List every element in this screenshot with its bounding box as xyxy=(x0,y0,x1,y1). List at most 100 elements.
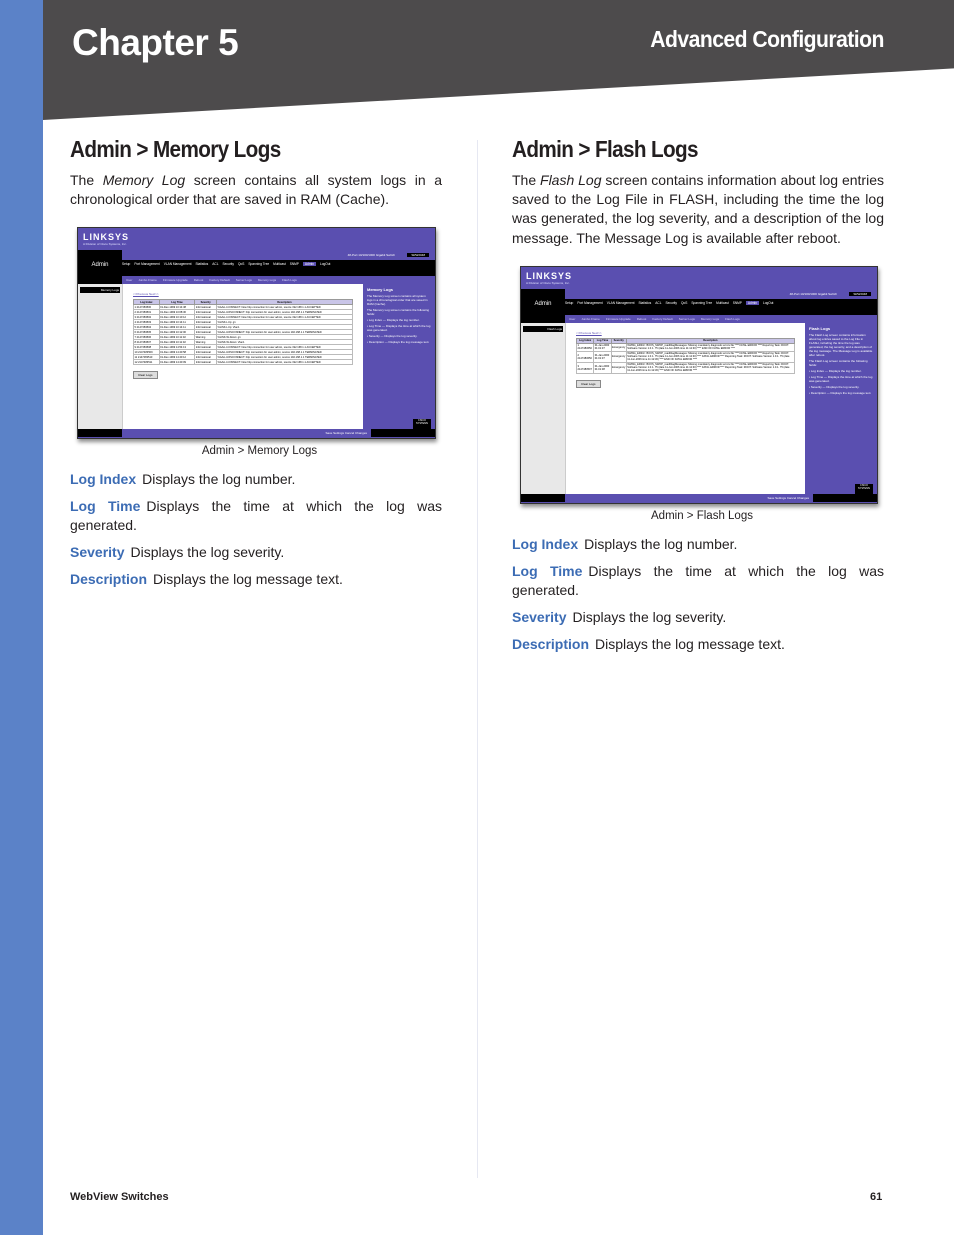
tab-vlan-management[interactable]: VLAN Management xyxy=(164,262,192,266)
tab-vlan-management[interactable]: VLAN Management xyxy=(607,301,635,305)
definition-text: Displays the log number. xyxy=(142,471,296,488)
intro-text: The xyxy=(512,172,541,188)
subtab-jumbo-frame[interactable]: Jumbo Frame xyxy=(581,317,600,321)
clear-logs-button[interactable]: Clear Logs xyxy=(576,379,601,388)
definition-text: Displays the log message text. xyxy=(595,635,785,652)
description-cell: %AAA-I-CONNECT: New http connection for … xyxy=(216,359,353,366)
memory-logs-heading: Admin > Memory Logs xyxy=(70,136,281,162)
tab-acl[interactable]: ACL xyxy=(212,262,218,266)
tab-port-management[interactable]: Port Management xyxy=(577,301,602,305)
definition-term: Log Index xyxy=(512,535,579,552)
intro-emphasis: Memory Log xyxy=(102,172,186,188)
tab-spanning-tree[interactable]: Spanning Tree xyxy=(248,262,269,266)
tab-logout[interactable]: LogOut xyxy=(763,301,773,305)
tab-security[interactable]: Security xyxy=(665,301,677,305)
log-content: <<Previous Next>> Log Index Log Time Severi… xyxy=(565,322,805,494)
definition-term: Log Time xyxy=(70,498,141,515)
tab-snmp[interactable]: SNMP xyxy=(290,262,299,266)
tab-qos[interactable]: QoS xyxy=(681,301,687,305)
save-cancel-actions[interactable]: Save Settings Cancel Changes xyxy=(122,429,371,438)
left-nav: Memory Logs xyxy=(78,284,122,430)
help-text: The Flash Log screen contains the follow… xyxy=(809,358,868,367)
help-text: The Memory Log screen contains all syste… xyxy=(367,294,428,307)
help-text: • Log Index — Displays the log number. xyxy=(809,368,862,373)
definition-term: Severity xyxy=(512,608,567,625)
help-text: The Flash Log screen contains informatio… xyxy=(809,332,873,357)
cisco-logo: CISCO SYSTEMS xyxy=(413,419,431,434)
help-title: Memory Logs xyxy=(367,287,394,293)
subtab-firmware-upgrade[interactable]: Firmware Upgrade xyxy=(606,317,631,321)
tab-port-management[interactable]: Port Management xyxy=(134,262,159,266)
definition-item: Severity Displays the log severity. xyxy=(512,608,884,627)
flash-logs-intro: The Flash Log screen contains informatio… xyxy=(512,171,884,248)
tab-logout[interactable]: LogOut xyxy=(320,262,330,266)
linksys-logo: LINKSYS xyxy=(526,270,573,281)
subtab-memory-logs[interactable]: Memory Logs xyxy=(701,317,719,321)
footer-left-block xyxy=(78,429,122,437)
tab-spanning-tree[interactable]: Spanning Tree xyxy=(691,301,712,305)
pager-links[interactable]: <<Previous Next>> xyxy=(576,331,795,335)
sub-tabs: User Jumbo Frame Firmware Upgrade Reboot Fac… xyxy=(565,314,877,323)
help-text: • Description — Displays the log message… xyxy=(367,340,430,345)
severity-cell: Emergency xyxy=(610,342,627,352)
left-nav-item[interactable]: Flash Logs xyxy=(523,325,563,332)
description-cell: %MNG_ERR-F: BOXS_SWOP_readDiagMessages: … xyxy=(625,342,796,352)
log-content: <<Previous Next>> Log Index Log Time Severi… xyxy=(122,284,363,430)
memory-logs-figure: LINKSYS A Division of Cisco Systems, Inc.… xyxy=(77,227,442,457)
tab-qos[interactable]: QoS xyxy=(238,262,244,266)
tab-multicast[interactable]: Multicast xyxy=(273,262,286,266)
subtab-jumbo-frame[interactable]: Jumbo Frame xyxy=(138,278,157,282)
tab-admin[interactable]: Admin xyxy=(745,300,759,305)
footer-bar: Save Settings Cancel Changes CISCO SYSTEM… xyxy=(78,419,435,438)
help-text: • Severity — Displays the log severity. xyxy=(809,384,860,389)
subtab-factory-default[interactable]: Factory Default xyxy=(652,317,672,321)
model-id: SRW2048 xyxy=(407,253,429,258)
subtab-factory-default[interactable]: Factory Default xyxy=(209,278,229,282)
save-cancel-actions[interactable]: Save Settings Cancel Changes xyxy=(565,493,813,502)
tab-setup[interactable]: Setup xyxy=(122,262,130,266)
tab-statistics[interactable]: Statistics xyxy=(639,301,652,305)
subtab-reboot[interactable]: Reboot xyxy=(194,278,204,282)
footer-bar: Save Settings Cancel Changes CISCO SYSTEM… xyxy=(521,483,877,502)
flash-logs-figure: LINKSYS A Division of Cisco Systems, Inc.… xyxy=(520,265,884,522)
tab-security[interactable]: Security xyxy=(222,262,234,266)
table-row: 12 2147483511 01-Dec-1999 14:40:09 Informa… xyxy=(133,359,353,366)
subtab-flash-logs[interactable]: Flash Logs xyxy=(725,317,740,321)
subtab-user[interactable]: User xyxy=(126,278,132,282)
clear-logs-button[interactable]: Clear Logs xyxy=(133,371,158,380)
log-index-cell: 3 2147483507 xyxy=(575,361,595,374)
screen-body: Memory Logs <<Previous Next>> Log Index Log… xyxy=(78,284,435,430)
subtab-server-logs[interactable]: Server Logs xyxy=(236,278,252,282)
tab-snmp[interactable]: SNMP xyxy=(733,301,742,305)
tab-acl[interactable]: ACL xyxy=(655,301,661,305)
memory-logs-intro: The Memory Log screen contains all syste… xyxy=(70,171,442,209)
definition-term: Description xyxy=(512,635,590,652)
pager-links[interactable]: <<Previous Next>> xyxy=(133,292,353,296)
subtab-flash-logs[interactable]: Flash Logs xyxy=(282,278,297,282)
model-name: 48-Port 10/100/1000 Gigabit Switch xyxy=(347,253,395,258)
footer-right-block: CISCO SYSTEMS xyxy=(813,483,877,502)
subtab-memory-logs[interactable]: Memory Logs xyxy=(258,278,276,282)
section-title: Advanced Configuration xyxy=(650,26,884,52)
subtab-user[interactable]: User xyxy=(569,317,575,321)
definition-item: Log Index Displays the log number. xyxy=(512,535,884,554)
nav-row: Admin 48-Port 10/100/1000 Gigabit Switch S… xyxy=(521,288,877,323)
subtab-firmware-upgrade[interactable]: Firmware Upgrade xyxy=(163,278,188,282)
footer-product: WebView Switches xyxy=(70,1191,169,1203)
tab-multicast[interactable]: Multicast xyxy=(716,301,729,305)
subtab-server-logs[interactable]: Server Logs xyxy=(679,317,695,321)
tab-statistics[interactable]: Statistics xyxy=(196,262,209,266)
page-label: Admin xyxy=(534,300,552,307)
tab-admin[interactable]: Admin xyxy=(302,262,316,267)
main-tabs: Setup Port Management VLAN Management Stati… xyxy=(565,300,773,305)
table-row: 1 2147483650 01-Jan-2000 01:01:37 Emergenc… xyxy=(575,342,796,352)
model-id: SRW2048 xyxy=(849,291,871,296)
column-divider xyxy=(477,140,478,1178)
linksys-logo: LINKSYS xyxy=(83,232,130,243)
help-panel: Flash Logs The Flash Log screen contains … xyxy=(805,322,877,494)
logo-subtitle: A Division of Cisco Systems, Inc. xyxy=(83,242,127,247)
table-row: 2 2147483650 01-Jan-2000 01:01:37 Emergenc… xyxy=(575,350,796,363)
subtab-reboot[interactable]: Reboot xyxy=(637,317,647,321)
left-nav-item[interactable]: Memory Logs xyxy=(80,287,120,294)
tab-setup[interactable]: Setup xyxy=(565,301,573,305)
